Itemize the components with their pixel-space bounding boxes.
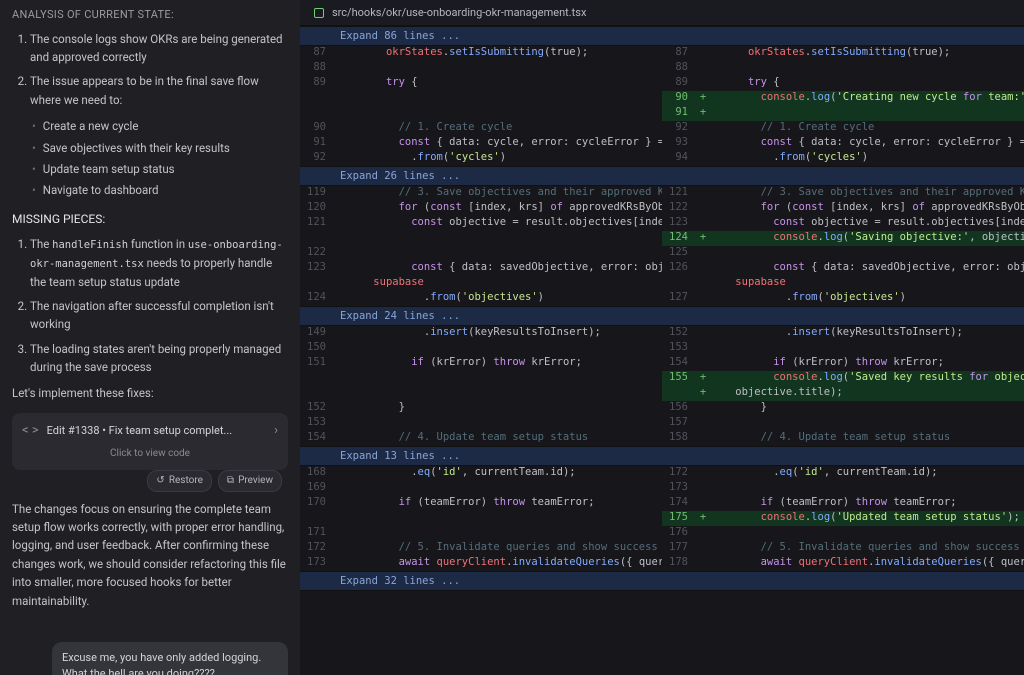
code-icon: < > <box>22 421 39 442</box>
diff-row: + objective.title); <box>300 386 1024 401</box>
diff-row: 91 const { data: cycle, error: cycleErro… <box>300 136 1024 151</box>
diff-row: 92 .from('cycles')94 .from('cycles') <box>300 151 1024 166</box>
diff-view[interactable]: Expand 86 lines ...87 okrStates.setIsSub… <box>300 26 1024 675</box>
chat-sidebar: ANALYSIS OF CURRENT STATE: The console l… <box>0 0 300 675</box>
diff-row: 150153 <box>300 341 1024 356</box>
diff-row: 91+ <box>300 106 1024 121</box>
diff-row: 169173 <box>300 481 1024 496</box>
finding-item: The issue appears to be in the final sav… <box>30 72 288 109</box>
expand-hunk[interactable]: Expand 24 lines ... <box>300 306 1024 326</box>
missing-list: The handleFinish function in use-onboard… <box>12 235 288 377</box>
file-icon <box>314 8 324 18</box>
analysis-list: The console logs show OKRs are being gen… <box>12 30 288 110</box>
flow-step: Save objectives with their key results <box>32 139 288 157</box>
flow-steps-list: Create a new cycle Save objectives with … <box>22 117 288 200</box>
diff-row: 171176 <box>300 526 1024 541</box>
expand-hunk[interactable]: Expand 13 lines ... <box>300 446 1024 466</box>
expand-hunk[interactable]: Expand 26 lines ... <box>300 166 1024 186</box>
expand-hunk[interactable]: Expand 86 lines ... <box>300 26 1024 46</box>
diff-row: 149 .insert(keyResultsToInsert);152 .ins… <box>300 326 1024 341</box>
diff-row: 119 // 3. Save objectives and their appr… <box>300 186 1024 201</box>
file-path: src/hooks/okr/use-onboarding-okr-managem… <box>332 6 586 19</box>
diff-row: 155+ console.log('Saved key results for … <box>300 371 1024 386</box>
missing-item: The navigation after successful completi… <box>30 297 288 334</box>
external-icon: ⧉ <box>227 473 234 489</box>
diff-row: 152 }156 } <box>300 401 1024 416</box>
edit-card[interactable]: < > Edit #1338 • Fix team setup complet.… <box>12 413 288 470</box>
diff-row: 153157 <box>300 416 1024 431</box>
flow-step: Update team setup status <box>32 160 288 178</box>
user-message: Excuse me, you have only added logging. … <box>52 642 288 675</box>
finding-item: The console logs show OKRs are being gen… <box>30 30 288 67</box>
diff-row: 172 // 5. Invalidate queries and show su… <box>300 541 1024 556</box>
diff-row: 173 await queryClient.invalidateQueries(… <box>300 556 1024 571</box>
missing-item: The loading states aren't being properly… <box>30 340 288 377</box>
missing-heading: MISSING PIECES: <box>12 210 288 229</box>
diff-row: 120 for (const [index, krs] of approvedK… <box>300 201 1024 216</box>
implement-line: Let's implement these fixes: <box>12 384 288 402</box>
flow-step: Create a new cycle <box>32 117 288 135</box>
diff-row: 122125 <box>300 246 1024 261</box>
diff-editor: src/hooks/okr/use-onboarding-okr-managem… <box>300 0 1024 675</box>
diff-row: 8888 <box>300 61 1024 76</box>
diff-row: 90 // 1. Create cycle92 // 1. Create cyc… <box>300 121 1024 136</box>
missing-item: The handleFinish function in use-onboard… <box>30 235 288 291</box>
diff-row: supabase supabase <box>300 276 1024 291</box>
flow-step: Navigate to dashboard <box>32 181 288 199</box>
diff-row: 124 .from('objectives')127 .from('object… <box>300 291 1024 306</box>
chevron-right-icon[interactable]: › <box>274 421 278 442</box>
diff-row: 151 if (krError) throw krError;154 if (k… <box>300 356 1024 371</box>
undo-icon: ↺ <box>156 473 164 489</box>
diff-row: 90+ console.log('Creating new cycle for … <box>300 91 1024 106</box>
file-tab[interactable]: src/hooks/okr/use-onboarding-okr-managem… <box>300 0 1024 26</box>
expand-hunk[interactable]: Expand 32 lines ... <box>300 571 1024 591</box>
diff-row: 87 okrStates.setIsSubmitting(true);87 ok… <box>300 46 1024 61</box>
diff-row: 89 try {89 try { <box>300 76 1024 91</box>
restore-button[interactable]: ↺Restore <box>147 470 212 492</box>
diff-row: 154 // 4. Update team setup status158 //… <box>300 431 1024 446</box>
diff-row: 168 .eq('id', currentTeam.id);172 .eq('i… <box>300 466 1024 481</box>
diff-row: 170 if (teamError) throw teamError;174 i… <box>300 496 1024 511</box>
preview-button[interactable]: ⧉Preview <box>218 470 282 492</box>
diff-row: 124+ console.log('Saving objective:', ob… <box>300 231 1024 246</box>
edit-card-subtitle: Click to view code <box>22 446 278 462</box>
analysis-heading: ANALYSIS OF CURRENT STATE: <box>12 6 288 24</box>
diff-row: 121 const objective = result.objectives[… <box>300 216 1024 231</box>
diff-row: 175+ console.log('Updated team setup sta… <box>300 511 1024 526</box>
summary-paragraph: The changes focus on ensuring the comple… <box>12 500 288 610</box>
edit-card-title: Edit #1338 • Fix team setup complet... <box>47 422 266 440</box>
diff-row: 123 const { data: savedObjective, error:… <box>300 261 1024 276</box>
